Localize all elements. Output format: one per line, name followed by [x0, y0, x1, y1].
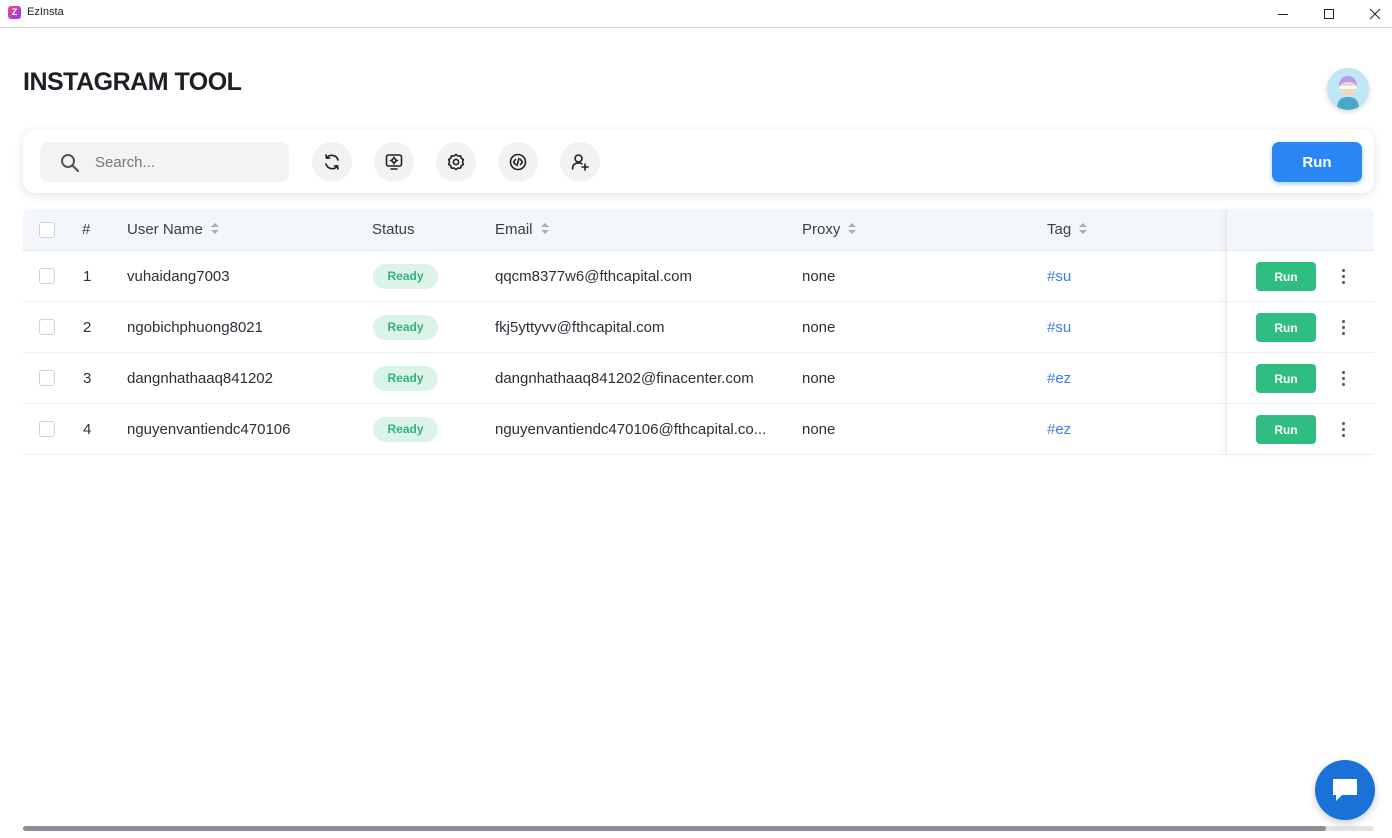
- row-run-button[interactable]: Run: [1256, 313, 1316, 342]
- refresh-button[interactable]: [312, 142, 352, 182]
- close-button[interactable]: [1352, 0, 1392, 28]
- row-index: 4: [83, 421, 92, 438]
- settings-button[interactable]: [436, 142, 476, 182]
- column-tag[interactable]: Tag: [1047, 209, 1088, 251]
- column-email-label: Email: [495, 221, 533, 238]
- row-tag[interactable]: #su: [1047, 302, 1071, 353]
- row-checkbox[interactable]: [39, 421, 55, 437]
- toolbar: Run: [23, 130, 1374, 193]
- select-all-checkbox[interactable]: [39, 222, 55, 238]
- row-run-button[interactable]: Run: [1256, 262, 1316, 291]
- table-row[interactable]: 3 dangnhathaaq841202 Ready dangnhathaaq8…: [23, 353, 1374, 404]
- sort-icon[interactable]: [540, 223, 549, 235]
- status-badge: Ready: [373, 417, 438, 442]
- sort-icon[interactable]: [1079, 223, 1088, 235]
- row-email: dangnhathaaq841202@finacenter.com: [495, 370, 754, 387]
- add-user-button[interactable]: [560, 142, 600, 182]
- search-box[interactable]: [40, 142, 289, 182]
- row-run-button[interactable]: Run: [1256, 415, 1316, 444]
- column-tag-label: Tag: [1047, 221, 1072, 238]
- column-username[interactable]: User Name: [127, 209, 219, 251]
- more-options-icon[interactable]: [1335, 264, 1351, 288]
- column-index: #: [82, 221, 91, 238]
- window-title: EzInsta: [27, 6, 64, 18]
- maximize-button[interactable]: [1306, 0, 1352, 28]
- refresh-icon: [325, 154, 339, 170]
- sort-icon[interactable]: [210, 223, 219, 235]
- column-status: Status: [372, 221, 415, 238]
- row-proxy: none: [802, 370, 836, 387]
- status-badge: Ready: [373, 264, 438, 289]
- code-button[interactable]: [498, 142, 538, 182]
- close-icon: [1369, 8, 1381, 20]
- chat-button[interactable]: [1315, 760, 1375, 820]
- screen-settings-button[interactable]: [374, 142, 414, 182]
- column-proxy[interactable]: Proxy: [802, 209, 857, 251]
- row-username: ngobichphuong8021: [127, 319, 263, 336]
- row-proxy: none: [802, 268, 836, 285]
- maximize-icon: [1324, 9, 1334, 19]
- avatar-icon: [1327, 68, 1369, 110]
- row-index: 1: [83, 268, 92, 285]
- horizontal-scrollbar-thumb[interactable]: [23, 826, 1326, 831]
- search-icon: [61, 154, 80, 173]
- title-bar: Z EzInsta: [0, 0, 1392, 28]
- column-username-label: User Name: [127, 221, 203, 238]
- more-options-icon[interactable]: [1335, 366, 1351, 390]
- row-username: vuhaidang7003: [127, 268, 230, 285]
- app-logo-icon: Z: [8, 6, 21, 19]
- row-index: 2: [83, 319, 92, 336]
- more-options-icon[interactable]: [1335, 315, 1351, 339]
- row-proxy: none: [802, 319, 836, 336]
- screen-settings-icon: [385, 154, 403, 170]
- page-title: INSTAGRAM TOOL: [23, 68, 242, 96]
- row-email: qqcm8377w6@fthcapital.com: [495, 268, 692, 285]
- sort-icon[interactable]: [848, 223, 857, 235]
- user-avatar[interactable]: [1327, 68, 1369, 110]
- row-checkbox[interactable]: [39, 319, 55, 335]
- row-run-button[interactable]: Run: [1256, 364, 1316, 393]
- minimize-button[interactable]: [1260, 0, 1306, 28]
- status-badge: Ready: [373, 366, 438, 391]
- row-tag[interactable]: #su: [1047, 251, 1071, 302]
- more-options-icon[interactable]: [1335, 417, 1351, 441]
- column-proxy-label: Proxy: [802, 221, 841, 238]
- code-icon: [509, 153, 527, 171]
- row-tag[interactable]: #ez: [1047, 404, 1071, 455]
- accounts-table: # User Name Status Email Proxy Tag 1 vuh…: [23, 209, 1374, 455]
- add-user-icon: [571, 154, 589, 171]
- table-row[interactable]: 1 vuhaidang7003 Ready qqcm8377w6@fthcapi…: [23, 251, 1374, 302]
- search-input[interactable]: [95, 142, 280, 182]
- chat-icon: [1333, 779, 1357, 801]
- run-all-button[interactable]: Run: [1272, 142, 1362, 182]
- row-index: 3: [83, 370, 92, 387]
- row-email: fkj5yttyvv@fthcapital.com: [495, 319, 665, 336]
- row-proxy: none: [802, 421, 836, 438]
- status-badge: Ready: [373, 315, 438, 340]
- column-email[interactable]: Email: [495, 209, 549, 251]
- settings-icon: [447, 153, 465, 171]
- row-username: nguyenvantiendc470106: [127, 421, 291, 438]
- row-username: dangnhathaaq841202: [127, 370, 273, 387]
- row-email: nguyenvantiendc470106@fthcapital.co...: [495, 421, 767, 438]
- table-header: # User Name Status Email Proxy Tag: [23, 209, 1374, 251]
- row-checkbox[interactable]: [39, 370, 55, 386]
- minimize-icon: [1278, 14, 1288, 15]
- table-row[interactable]: 4 nguyenvantiendc470106 Ready nguyenvant…: [23, 404, 1374, 455]
- table-row[interactable]: 2 ngobichphuong8021 Ready fkj5yttyvv@fth…: [23, 302, 1374, 353]
- row-checkbox[interactable]: [39, 268, 55, 284]
- row-tag[interactable]: #ez: [1047, 353, 1071, 404]
